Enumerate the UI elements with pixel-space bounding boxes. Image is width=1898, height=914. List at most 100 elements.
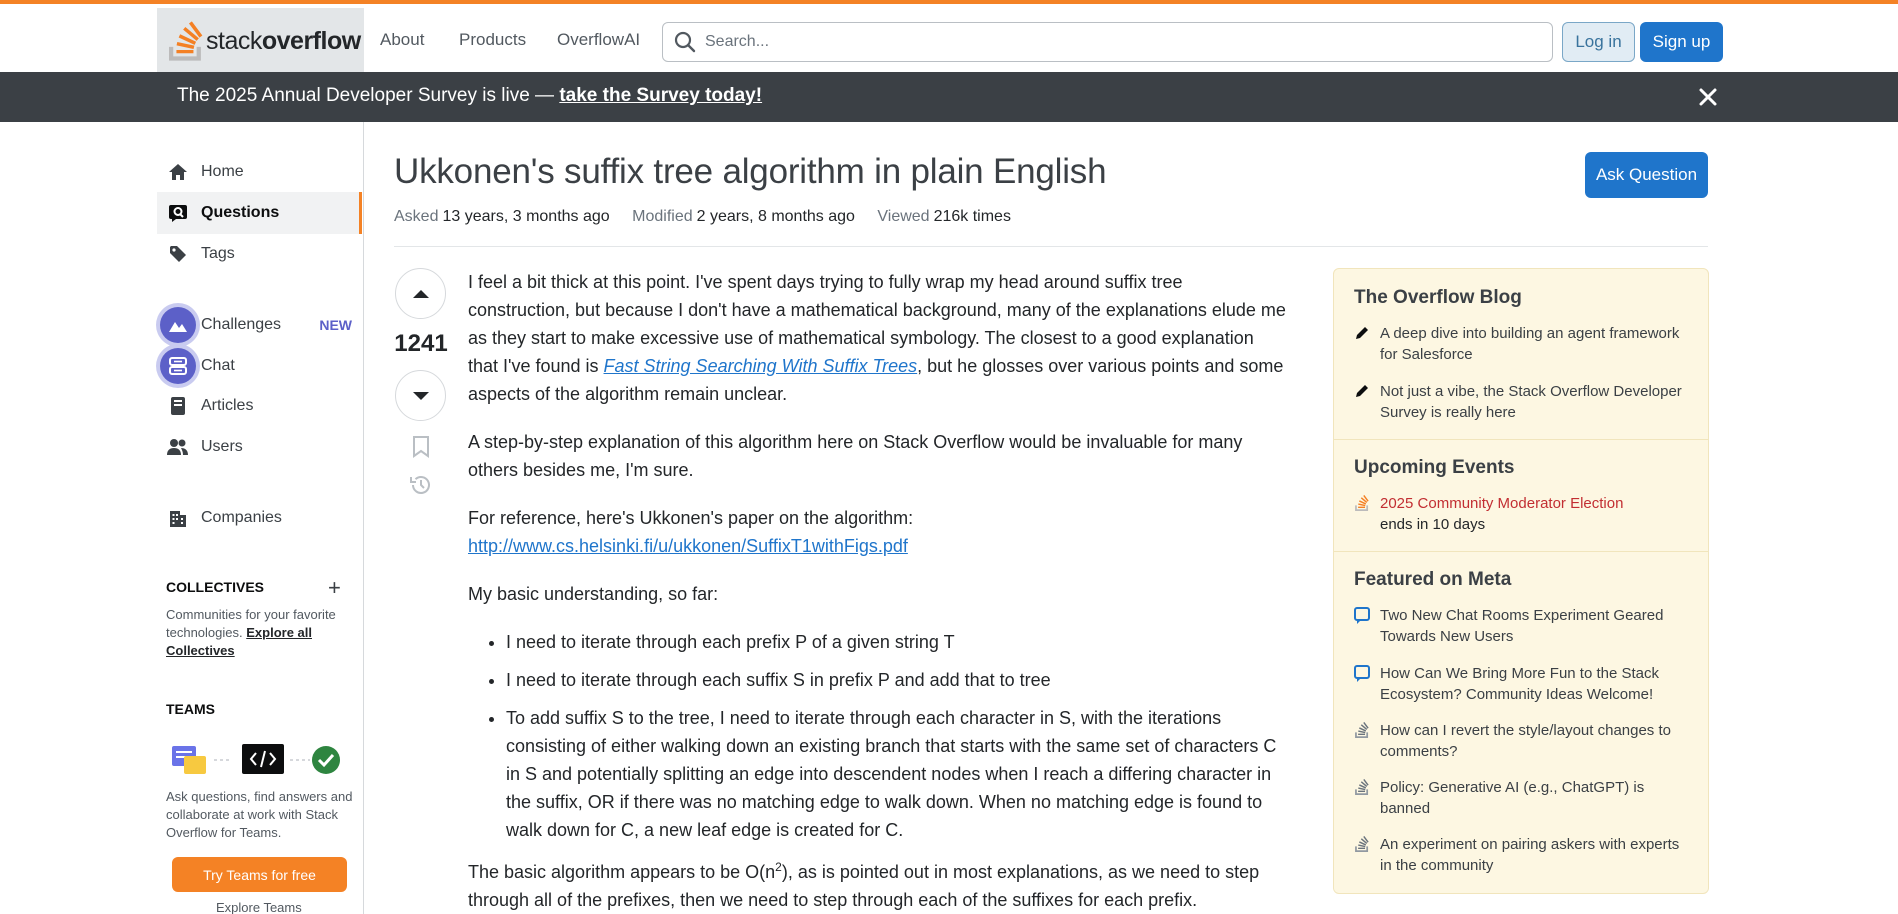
nav-products[interactable]: Products	[459, 30, 526, 50]
stack-overflow-icon	[1355, 495, 1369, 511]
blog-item[interactable]: A deep dive into building an agent frame…	[1354, 323, 1694, 365]
ukkonen-paper-link[interactable]: http://www.cs.helsinki.fi/u/ukkonen/Suff…	[468, 536, 908, 556]
meta-item-label: How can I revert the style/layout change…	[1380, 722, 1671, 760]
questions-icon	[167, 202, 189, 224]
new-badge: NEW	[319, 317, 352, 333]
close-icon[interactable]	[1695, 84, 1721, 110]
sidebar-item-label: Questions	[201, 204, 280, 221]
sidebar-item-chat[interactable]: Chat	[157, 345, 362, 387]
blog-item[interactable]: Not just a vibe, the Stack Overflow Deve…	[1354, 381, 1694, 423]
stack-exchange-icon	[1355, 779, 1369, 795]
suffix-trees-link[interactable]: Fast String Searching With Suffix Trees	[604, 356, 918, 376]
event-subtitle: ends in 10 days	[1380, 516, 1486, 533]
sidebar-item-label: Home	[201, 163, 244, 180]
sidebar-item-label: Companies	[201, 509, 282, 526]
signup-button[interactable]: Sign up	[1640, 22, 1723, 62]
collectives-description: Communities for your favorite technologi…	[166, 607, 336, 658]
meta-item[interactable]: How Can We Bring More Fun to the Stack E…	[1354, 663, 1694, 705]
sidebar-item-home[interactable]: Home	[157, 151, 362, 193]
chat-bubble-icon	[1354, 665, 1370, 682]
explore-teams-link[interactable]: Explore Teams	[216, 900, 302, 914]
teams-description: Ask questions, find answers and collabor…	[166, 789, 353, 840]
sidebar-item-label: Tags	[201, 245, 235, 262]
upvote-button[interactable]	[395, 268, 446, 319]
post-paragraph: I feel a bit thick at this point. I've s…	[468, 272, 1286, 404]
blog-item-label: A deep dive into building an agent frame…	[1380, 325, 1680, 363]
sidebar-widget: The Overflow Blog A deep dive into build…	[1333, 268, 1709, 894]
meta-item-label: Two New Chat Rooms Experiment Geared Tow…	[1380, 607, 1664, 645]
search-input[interactable]	[705, 33, 1505, 51]
try-teams-button[interactable]: Try Teams for free	[172, 857, 347, 892]
banner-survey-link[interactable]: take the Survey today!	[559, 85, 762, 106]
chat-icon	[160, 348, 196, 384]
sidebar-item-tags[interactable]: Tags	[157, 233, 362, 275]
question-title[interactable]: Ukkonen's suffix tree algorithm in plain…	[394, 152, 1107, 192]
search-icon	[674, 31, 696, 53]
sidebar-item-users[interactable]: Users	[157, 426, 362, 468]
blog-item-label: Not just a vibe, the Stack Overflow Deve…	[1380, 383, 1682, 421]
stack-exchange-icon	[1355, 836, 1369, 852]
login-button[interactable]: Log in	[1562, 22, 1635, 62]
post-paragraph: The basic algorithm appears to be O(n2),…	[468, 860, 1260, 910]
meta-item[interactable]: How can I revert the style/layout change…	[1354, 720, 1694, 762]
widget-divider	[1334, 439, 1708, 440]
list-item: To add suffix S to the tree, I need to i…	[506, 704, 1288, 844]
understanding-list: I need to iterate through each prefix P …	[506, 628, 1288, 844]
meta-item-label: Policy: Generative AI (e.g., ChatGPT) is…	[1380, 779, 1645, 817]
users-icon	[167, 436, 189, 458]
pencil-icon	[1356, 327, 1368, 339]
list-item: I need to iterate through each suffix S …	[506, 666, 1288, 694]
vote-count: 1241	[394, 330, 448, 357]
viewed-label: Viewed	[877, 208, 930, 225]
banner-message: The 2025 Annual Developer Survey is live…	[177, 85, 560, 106]
challenges-icon	[160, 307, 196, 343]
companies-icon	[167, 507, 189, 529]
home-icon	[167, 161, 189, 183]
stack-overflow-logo[interactable]: stackoverflow	[157, 8, 364, 74]
blog-heading: The Overflow Blog	[1354, 287, 1522, 308]
chat-bubble-icon	[1354, 607, 1370, 624]
event-item[interactable]: 2025 Community Moderator Election ends in…	[1354, 493, 1694, 535]
downvote-button[interactable]	[395, 370, 446, 421]
search-box[interactable]	[662, 22, 1553, 62]
sidebar-item-companies[interactable]: Companies	[157, 497, 362, 539]
modified-label: Modified	[632, 208, 693, 225]
logo-text: stackoverflow	[206, 26, 361, 55]
pencil-icon	[1356, 385, 1368, 397]
question-meta: Asked 13 years, 3 months ago Modified 2 ye…	[394, 208, 1029, 226]
teams-illustration	[172, 744, 340, 774]
plus-icon[interactable]: +	[328, 575, 341, 601]
question-body: I feel a bit thick at this point. I've s…	[468, 268, 1288, 914]
meta-heading: Featured on Meta	[1354, 569, 1512, 590]
history-icon[interactable]	[408, 472, 434, 498]
articles-icon	[167, 395, 189, 417]
nav-overflowai[interactable]: OverflowAI	[557, 30, 640, 50]
sidebar-item-label: Chat	[201, 357, 235, 374]
meta-item[interactable]: An experiment on pairing askers with exp…	[1354, 834, 1694, 876]
divider	[394, 246, 1708, 247]
sidebar-item-questions[interactable]: Questions	[157, 192, 362, 234]
sidebar-item-label: Users	[201, 438, 243, 455]
asked-label: Asked	[394, 208, 439, 225]
meta-item[interactable]: Policy: Generative AI (e.g., ChatGPT) is…	[1354, 777, 1694, 819]
arrow-down-icon	[412, 391, 429, 400]
nav-about[interactable]: About	[380, 30, 424, 50]
ask-question-button[interactable]: Ask Question	[1585, 152, 1708, 198]
sidebar-item-label: Articles	[201, 397, 254, 414]
collectives-heading: COLLECTIVES	[166, 579, 265, 595]
meta-item-label: How Can We Bring More Fun to the Stack E…	[1380, 665, 1660, 703]
teams-heading: TEAMS	[166, 701, 215, 717]
arrow-up-icon	[412, 289, 429, 298]
sidebar-item-label: Challenges	[201, 316, 282, 333]
bookmark-icon[interactable]	[412, 436, 430, 458]
modified-value[interactable]: 2 years, 8 months ago	[697, 208, 855, 225]
stack-exchange-icon	[1355, 722, 1369, 738]
post-paragraph: My basic understanding, so far:	[468, 584, 719, 604]
sidebar-item-challenges[interactable]: Challenges NEW	[157, 304, 362, 346]
sidebar-item-articles[interactable]: Articles	[157, 385, 362, 427]
viewed-value: 216k times	[933, 208, 1011, 225]
meta-item[interactable]: Two New Chat Rooms Experiment Geared Tow…	[1354, 605, 1694, 647]
post-paragraph: A step-by-step explanation of this algor…	[468, 432, 1243, 480]
widget-divider	[1334, 551, 1708, 552]
list-item: I need to iterate through each prefix P …	[506, 628, 1288, 656]
